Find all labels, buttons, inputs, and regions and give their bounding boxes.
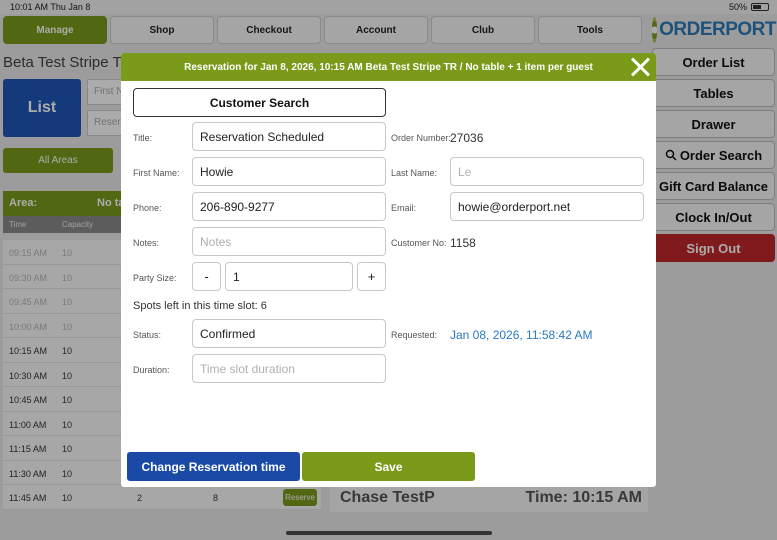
duration-label: Duration: [133,365,170,375]
modal-header: Reservation for Jan 8, 2026, 10:15 AM Be… [121,53,656,81]
change-reservation-time-button[interactable]: Change Reservation time [127,452,300,481]
first-name-label: First Name: [133,168,180,178]
status-label: Status: [133,330,162,340]
notes-label: Notes: [133,238,160,248]
last-name-field[interactable]: Le [450,157,644,186]
order-number-value: 27036 [450,131,484,145]
home-indicator [286,531,492,535]
customer-no-value: 1158 [450,236,476,250]
email-label: Email: [391,203,417,213]
title-field[interactable]: Reservation Scheduled [192,122,386,151]
customer-search-button[interactable]: Customer Search [133,88,386,117]
phone-field[interactable]: 206-890-9277 [192,192,386,221]
party-size-label: Party Size: [133,273,177,283]
requested-label: Requested: [391,330,438,340]
requested-value: Jan 08, 2026, 11:58:42 AM [450,328,593,342]
customer-no-label: Customer No: [391,238,447,248]
phone-label: Phone: [133,203,162,213]
title-label: Title: [133,133,153,143]
party-size-field[interactable]: 1 [225,262,353,291]
order-number-label: Order Number: [391,133,452,143]
last-name-label: Last Name: [391,168,438,178]
notes-field[interactable]: Notes [192,227,386,256]
first-name-field[interactable]: Howie [192,157,386,186]
reservation-modal: Reservation for Jan 8, 2026, 10:15 AM Be… [121,53,656,487]
party-size-decrement-button[interactable]: - [192,262,221,291]
email-field[interactable]: howie@orderport.net [450,192,644,221]
save-button[interactable]: Save [302,452,475,481]
close-icon[interactable] [628,55,652,79]
party-size-increment-button[interactable]: + [357,262,386,291]
modal-title: Reservation for Jan 8, 2026, 10:15 AM Be… [184,61,593,73]
duration-field[interactable]: Time slot duration [192,354,386,383]
status-select[interactable]: Confirmed [192,319,386,348]
spots-left-text: Spots left in this time slot: 6 [133,300,267,312]
